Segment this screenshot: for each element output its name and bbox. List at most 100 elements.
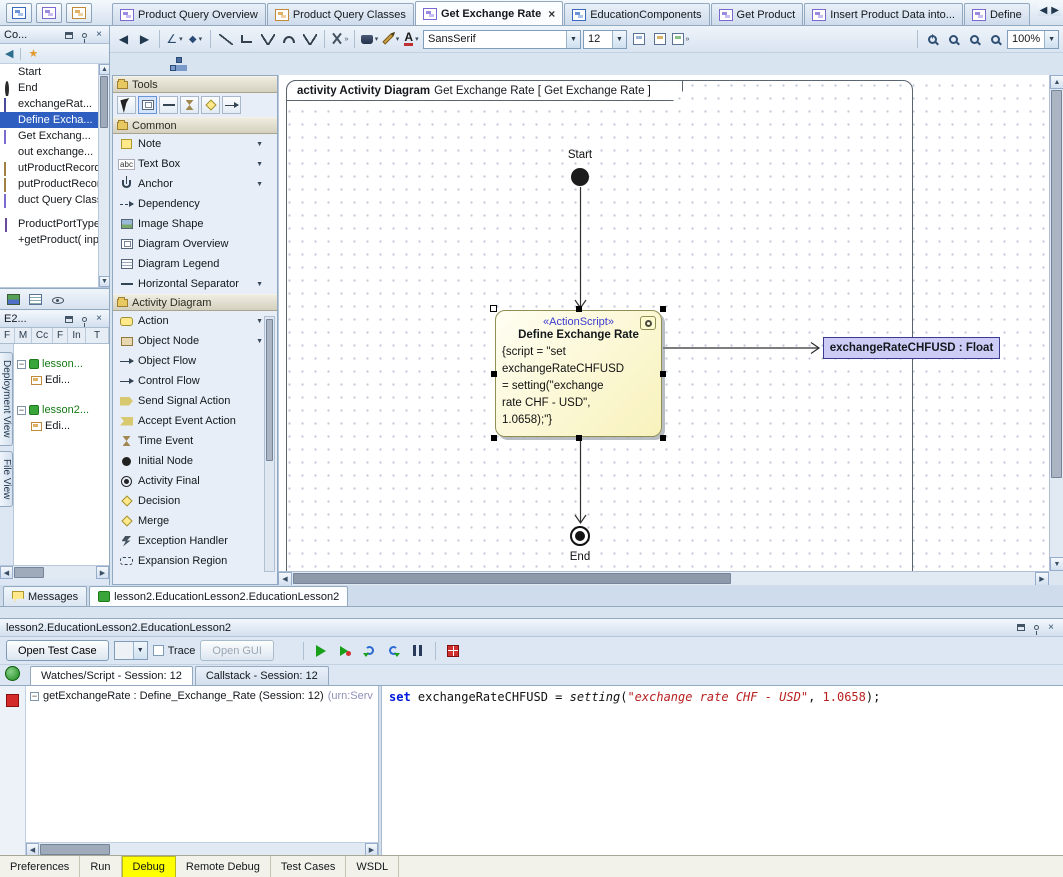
diagrams-button[interactable] (36, 3, 62, 23)
scroll-tabs-left-icon[interactable]: ◀ (1040, 5, 1048, 16)
collapse-icon[interactable]: − (17, 360, 26, 369)
tree-item[interactable]: out exchange... (0, 144, 109, 160)
tool-object-flow[interactable]: Object Flow (113, 351, 277, 371)
tab-product-query-overview[interactable]: Product Query Overview (112, 3, 266, 25)
link-tool-button[interactable] (222, 96, 241, 114)
float-panel-icon[interactable] (63, 29, 75, 41)
zoom-fit-button[interactable] (986, 29, 1005, 49)
column-header[interactable]: In (68, 328, 86, 343)
list-view-button[interactable] (27, 291, 44, 308)
trace-checkbox[interactable]: Trace (153, 645, 196, 657)
session-select[interactable]: ▼ (114, 641, 148, 660)
chevron-down-icon[interactable]: ▼ (256, 181, 263, 188)
close-icon[interactable]: × (93, 29, 105, 41)
chevron-down-icon[interactable]: ▾ (179, 35, 183, 43)
tab-product-query-classes[interactable]: Product Query Classes (267, 3, 414, 25)
column-header[interactable]: F (53, 328, 68, 343)
align-left-tool-button[interactable] (159, 96, 178, 114)
tab-insert-product-data[interactable]: Insert Product Data into... (804, 3, 963, 25)
activity-frame-header[interactable]: activity Activity Diagram Get Exchange R… (286, 80, 683, 101)
scroll-down-icon[interactable]: ▼ (1050, 557, 1063, 571)
scroll-tabs-right-icon[interactable]: ▶ (1051, 5, 1059, 16)
tool-exception-handler[interactable]: Exception Handler (113, 531, 277, 551)
tree-item[interactable]: Edi... (14, 372, 109, 388)
explorer-horizontal-scrollbar[interactable]: ◀ ▶ (0, 565, 109, 579)
align-bottom-tool-button[interactable] (201, 96, 220, 114)
chevron-down-icon[interactable]: ▼ (133, 642, 147, 659)
close-icon[interactable]: × (1045, 622, 1057, 634)
tab-debug[interactable]: Debug (122, 856, 176, 877)
tool-text-box[interactable]: abcText Box▼ (113, 154, 277, 174)
pin-icon[interactable] (78, 29, 90, 41)
insert-image-button[interactable]: » (671, 29, 690, 49)
chevron-down-icon[interactable]: ▾ (199, 35, 203, 43)
add-shape-button[interactable]: ◆▾ (186, 29, 205, 49)
diagram-hierarchy-button[interactable] (168, 54, 187, 74)
search-button[interactable] (66, 3, 92, 23)
tool-diagram-overview[interactable]: Diagram Overview (113, 234, 277, 254)
scroll-up-icon[interactable]: ▲ (99, 64, 109, 75)
window-button[interactable] (6, 3, 32, 23)
fill-color-button[interactable]: ▾ (360, 29, 379, 49)
tool-horizontal-separator[interactable]: Horizontal Separator▼ (113, 274, 277, 294)
containment-tree[interactable]: Start End exchangeRat... Define Excha...… (0, 64, 109, 288)
action-script-icon[interactable] (640, 316, 656, 330)
tree-item[interactable]: +getProduct( inp... (0, 232, 109, 248)
column-header[interactable]: Cc (32, 328, 53, 343)
object-node-exchange-rate[interactable]: exchangeRateCHFUSD : Float (823, 337, 1000, 359)
column-header[interactable]: F (0, 328, 15, 343)
chevron-down-icon[interactable]: ▼ (256, 281, 263, 288)
pin-icon[interactable] (1030, 622, 1042, 634)
zoom-reset-button[interactable] (965, 29, 984, 49)
insert-table-button[interactable] (629, 29, 648, 49)
toolbox-section-common[interactable]: Common (113, 117, 277, 134)
insert-frame-button[interactable] (650, 29, 669, 49)
selection-handle[interactable] (660, 435, 666, 441)
step-into-button[interactable] (360, 641, 379, 661)
toolbox-header[interactable]: Tools (113, 76, 277, 93)
canvas-horizontal-scrollbar[interactable]: ◀ ▶ (278, 571, 1049, 585)
tree-item[interactable]: Edi... (14, 418, 109, 434)
tool-expansion-region[interactable]: Expansion Region (113, 551, 277, 571)
font-size-select[interactable]: 12▼ (583, 30, 627, 49)
chevron-down-icon[interactable]: ▼ (566, 31, 580, 48)
tab-get-exchange-rate[interactable]: Get Exchange Rate× (415, 1, 563, 25)
rectilinear-path-button[interactable] (237, 29, 256, 49)
oblique-path-button[interactable] (216, 29, 235, 49)
tree-item[interactable]: End (0, 80, 109, 96)
canvas-vertical-scrollbar[interactable]: ▲ ▼ (1049, 75, 1063, 571)
selection-handle[interactable] (491, 371, 497, 377)
chevron-down-icon[interactable]: ▼ (256, 318, 263, 325)
tab-wsdl[interactable]: WSDL (346, 856, 399, 877)
align-center-tool-button[interactable] (180, 96, 199, 114)
activity-final-node[interactable] (570, 526, 590, 546)
tool-initial-node[interactable]: Initial Node (113, 451, 277, 471)
tab-get-product[interactable]: Get Product (711, 3, 804, 25)
script-editor-pane[interactable]: set exchangeRateCHFUSD = setting("exchan… (382, 686, 1063, 856)
tool-image-shape[interactable]: Image Shape (113, 214, 277, 234)
scroll-left-icon[interactable]: ◀ (0, 566, 13, 579)
tool-note[interactable]: Note▼ (113, 134, 277, 154)
selection-handle[interactable] (576, 435, 582, 441)
terminate-button[interactable] (444, 641, 463, 661)
collapse-icon[interactable]: − (30, 692, 39, 701)
close-icon[interactable]: × (93, 313, 105, 325)
chevron-down-icon[interactable]: ▾ (375, 35, 379, 43)
tool-merge[interactable]: Merge (113, 511, 277, 531)
spline-path-button[interactable] (300, 29, 319, 49)
tree-item[interactable]: duct Query Class... (0, 192, 109, 208)
chevron-down-icon[interactable]: ▼ (256, 141, 263, 148)
tool-control-flow[interactable]: Control Flow (113, 371, 277, 391)
pin-icon[interactable] (78, 313, 90, 325)
tool-object-node[interactable]: Object Node▼ (113, 331, 277, 351)
chevron-down-icon[interactable]: ▼ (256, 338, 263, 345)
column-header[interactable]: M (15, 328, 32, 343)
zigzag-path-button[interactable] (258, 29, 277, 49)
watches-horizontal-scrollbar[interactable]: ◀ ▶ (26, 842, 378, 856)
tab-test-cases[interactable]: Test Cases (271, 856, 346, 877)
tab-lesson2-session[interactable]: lesson2.EducationLesson2.EducationLesson… (89, 586, 348, 606)
float-panel-icon[interactable] (1015, 622, 1027, 634)
cut-tool-button[interactable]: » (330, 29, 349, 49)
tool-action[interactable]: Action▼ (113, 311, 277, 331)
run-button[interactable] (312, 641, 331, 661)
